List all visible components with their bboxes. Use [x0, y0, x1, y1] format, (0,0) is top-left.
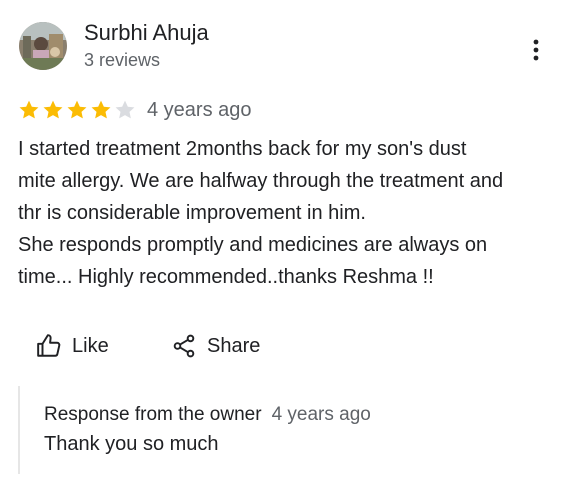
star-filled-icon — [91, 100, 111, 119]
share-button[interactable]: Share — [171, 328, 260, 364]
avatar[interactable] — [19, 22, 67, 70]
author-name[interactable]: Surbhi Ahuja — [84, 20, 209, 46]
like-button[interactable]: Like — [36, 328, 109, 364]
owner-response-title: Response from the owner — [44, 404, 262, 425]
owner-response: Response from the owner 4 years ago Thank… — [18, 386, 558, 474]
review-time: 4 years ago — [147, 99, 252, 121]
star-rating — [18, 99, 136, 121]
share-icon — [173, 334, 195, 358]
like-label: Like — [72, 334, 109, 357]
more-vert-icon — [533, 39, 539, 61]
star-filled-icon — [19, 100, 39, 119]
star-filled-icon — [67, 100, 87, 119]
author-review-count: 3 reviews — [84, 50, 161, 70]
share-label: Share — [207, 334, 261, 357]
owner-response-time: 4 years ago — [271, 404, 371, 425]
avatar-photo — [19, 22, 67, 70]
owner-response-text: Thank you so much — [44, 433, 219, 455]
star-empty-icon — [115, 100, 135, 119]
star-filled-icon — [43, 100, 63, 119]
thumb-up-icon — [37, 334, 61, 357]
owner-response-header: Response from the owner 4 years ago — [44, 404, 371, 426]
review-text: I started treatment 2months back for my … — [18, 138, 504, 288]
more-options-button[interactable] — [520, 34, 552, 66]
